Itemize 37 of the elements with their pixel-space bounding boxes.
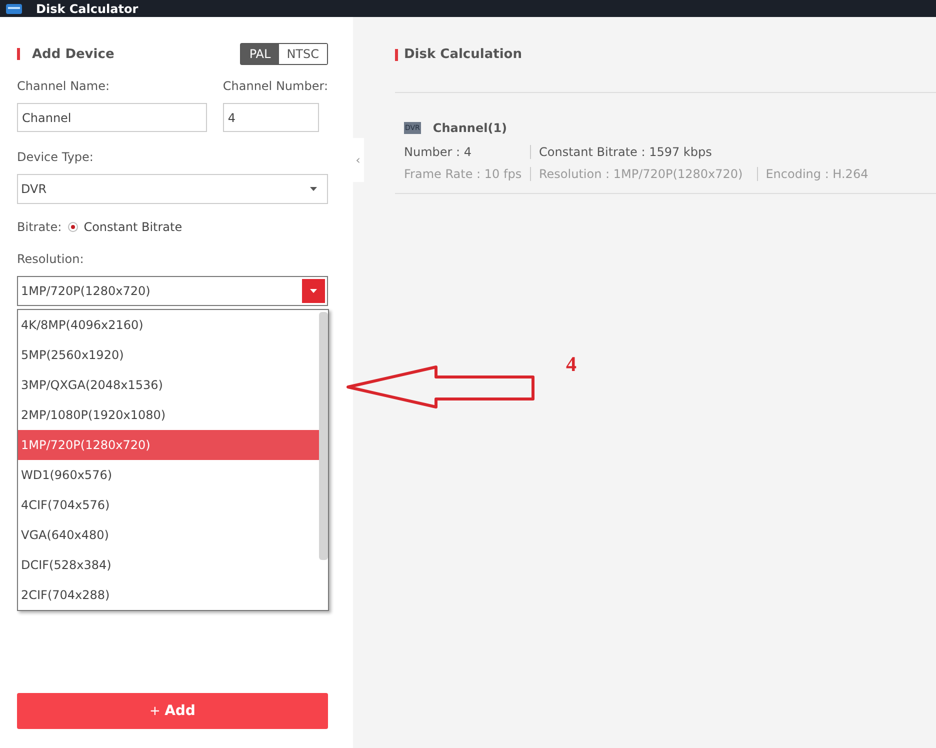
dropdown[interactable]: DVR [17,174,328,204]
section-title: Disk Calculation [404,47,522,62]
menu-item[interactable]: VGA(640x480) [18,520,319,550]
field-label: Device Type: [17,150,94,164]
field-label: Resolution: [17,252,85,266]
info-text: Frame Rate : 10 fps [404,167,523,181]
add-button[interactable]: + Add [17,693,328,729]
menu-item[interactable]: 1MP/720P(1280x720) [18,430,319,460]
field-label: Bitrate: [17,220,62,234]
menu-item[interactable]: 2CIF(704x288) [18,580,319,610]
caret-button[interactable] [302,279,325,303]
standard-tab[interactable]: PAL [241,44,279,64]
info-text: Constant Bitrate : 1597 kbps [539,145,712,159]
info-text: Encoding : H.264 [766,167,868,181]
menu-item[interactable]: DCIF(528x384) [18,550,319,580]
caret-icon [310,187,317,191]
field-label: Channel Name: [17,79,111,93]
menu-item[interactable]: 4CIF(704x576) [18,490,319,520]
caret-icon [310,289,317,293]
menu-item[interactable]: 2MP/1080P(1920x1080) [18,400,319,430]
annotation-number: 4 [566,352,576,377]
input-field[interactable]: 4 [222,103,319,132]
info-text: Number : 4 [404,145,473,159]
menu-item[interactable]: 5MP(2560x1920) [18,340,319,370]
window-title: Disk Calculator [36,2,138,16]
channel-title: Channel(1) [432,121,508,135]
menu-item[interactable]: 4K/8MP(4096x2160) [18,310,319,340]
radio-button[interactable] [68,222,78,232]
app-icon [6,4,22,14]
dropdown[interactable]: 1MP/720P(1280x720) [17,276,328,306]
menu-item[interactable]: WD1(960x576) [18,460,319,490]
menu-item[interactable]: 3MP/QXGA(2048x1536) [18,370,319,400]
info-text: Resolution : 1MP/720P(1280x720) [539,167,743,181]
field-label: Channel Number: [222,79,328,93]
section-title: Add Device [32,46,114,62]
radio-label: Constant Bitrate [84,220,182,234]
input-field[interactable]: Channel [17,103,207,132]
